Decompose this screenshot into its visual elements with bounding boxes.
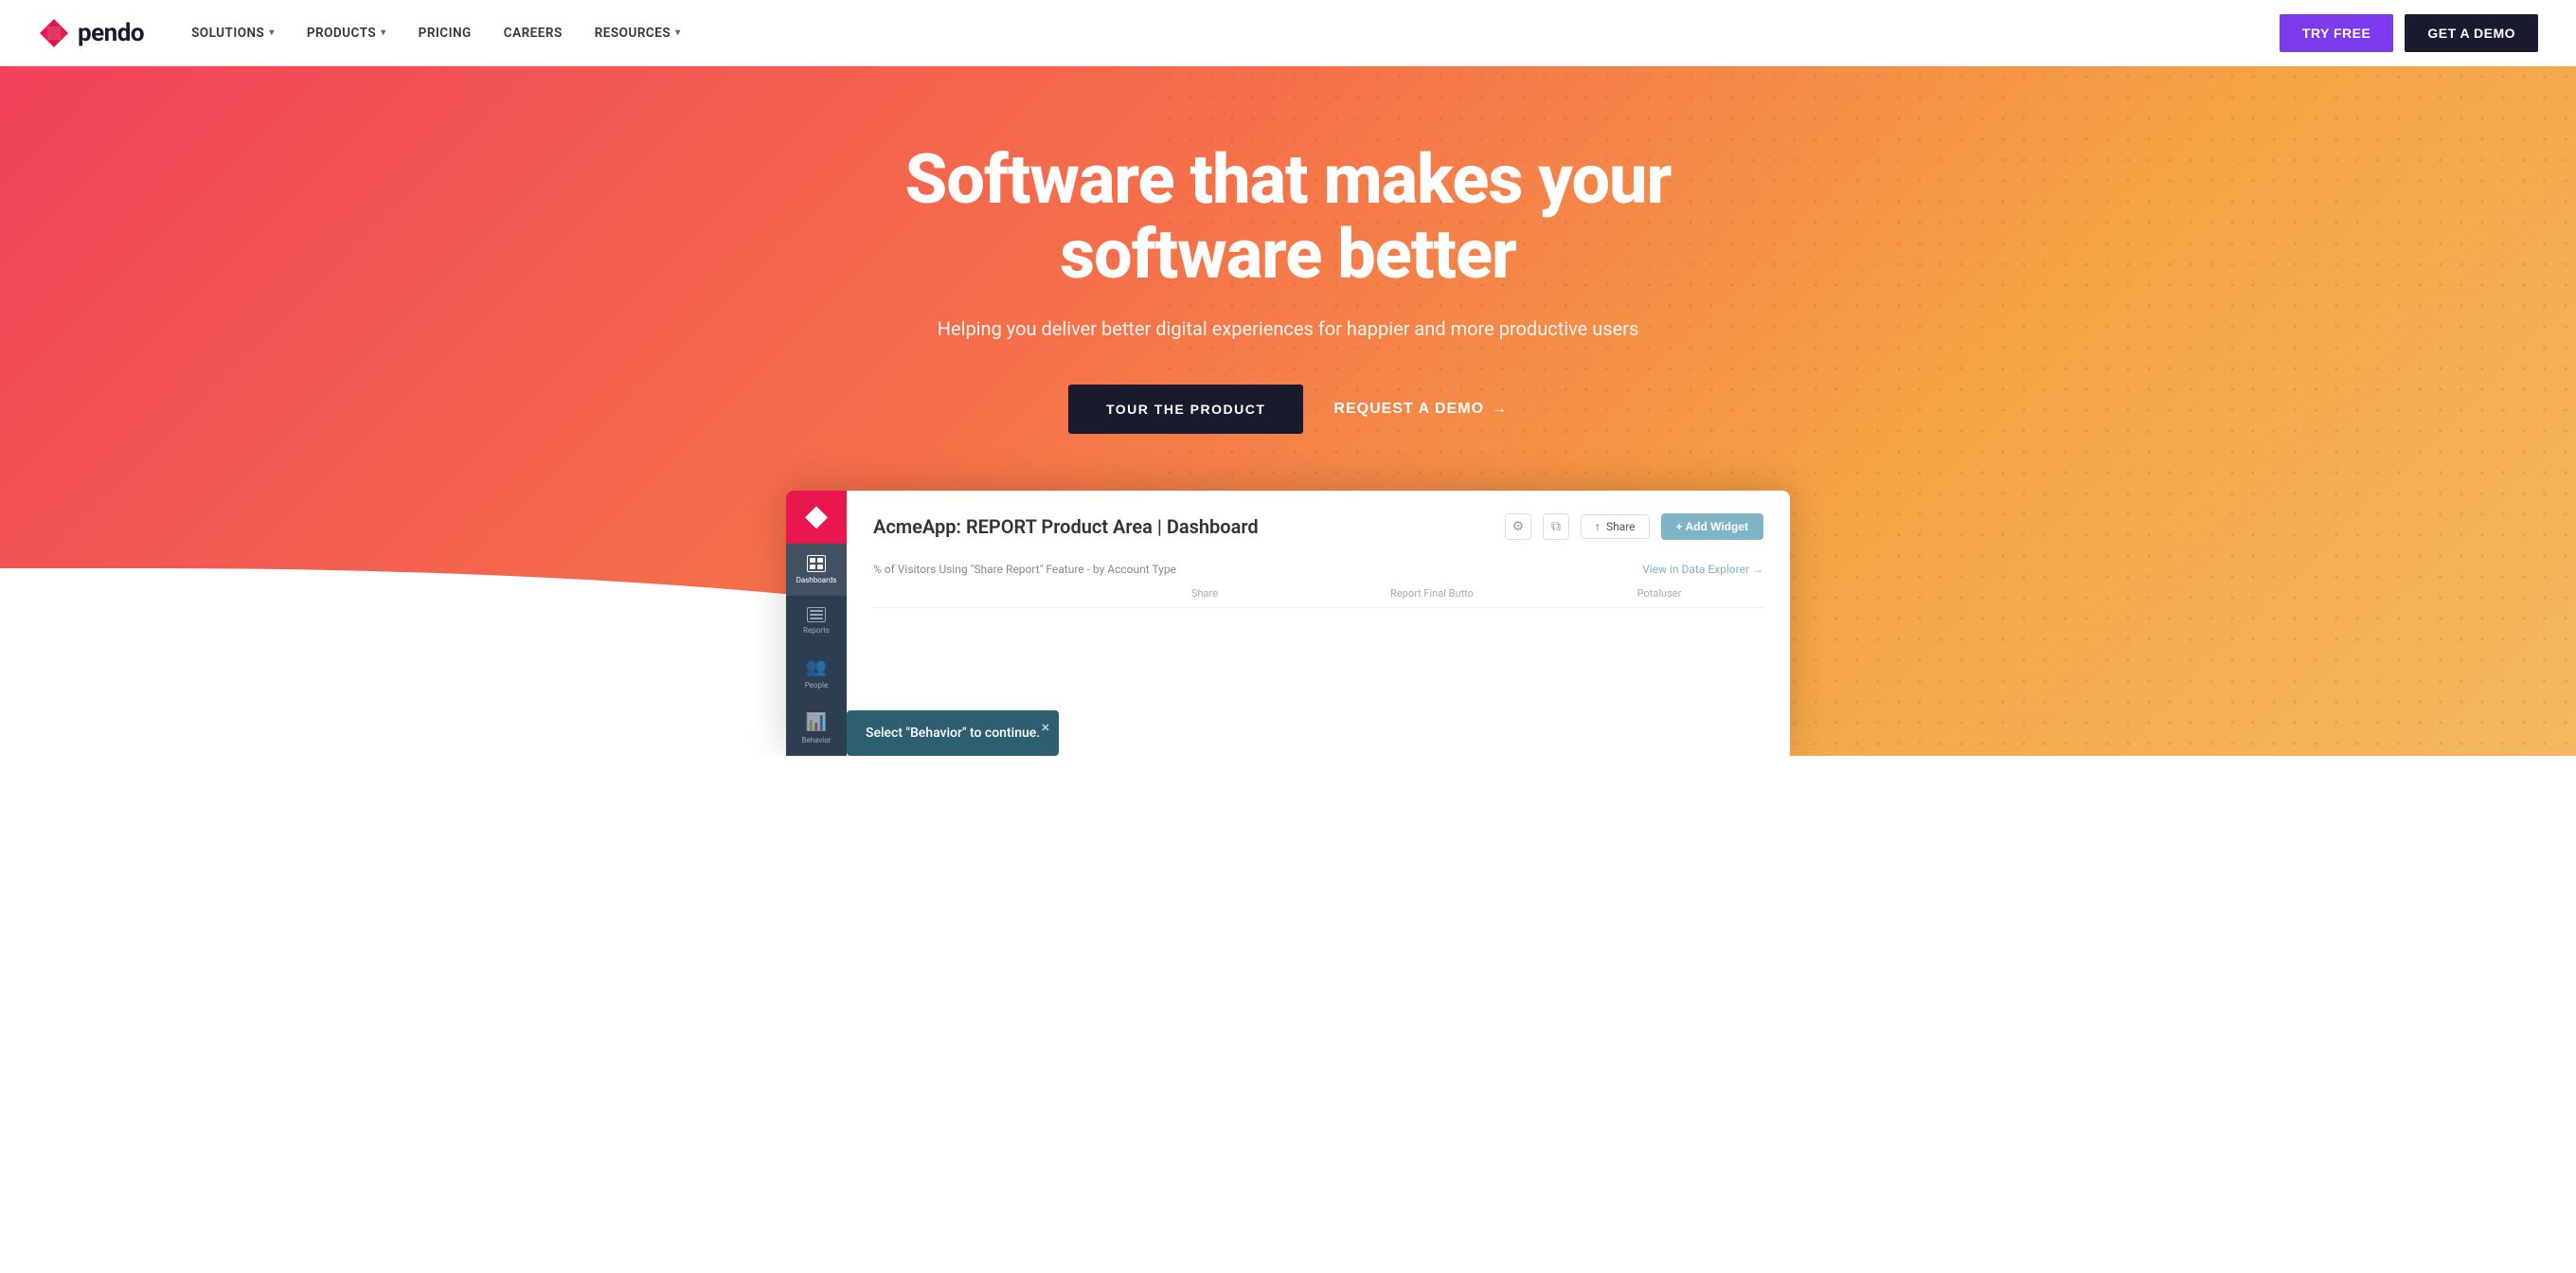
tooltip-box: × Select "Behavior" to continue.	[847, 710, 1059, 756]
people-icon: 👥	[806, 657, 827, 677]
navbar: pendo SOLUTIONS ▾ PRODUCTS ▾ PRICING CAR…	[0, 0, 2576, 66]
hero-headline: Software that makes your software better	[862, 142, 1714, 292]
products-chevron-icon: ▾	[381, 27, 386, 38]
dashboards-icon	[807, 555, 826, 572]
nav-solutions[interactable]: SOLUTIONS ▾	[178, 20, 288, 46]
nav-left: pendo SOLUTIONS ▾ PRODUCTS ▾ PRICING CAR…	[38, 17, 694, 49]
nav-pricing[interactable]: PRICING	[405, 20, 485, 46]
behavior-icon: 📊	[806, 712, 827, 732]
sidebar-logo	[786, 491, 847, 544]
nav-resources[interactable]: RESOURCES ▾	[581, 20, 694, 46]
nav-links: SOLUTIONS ▾ PRODUCTS ▾ PRICING CAREERS R…	[178, 20, 694, 46]
nav-products[interactable]: PRODUCTS ▾	[294, 20, 400, 46]
nav-careers[interactable]: CAREERS	[491, 20, 576, 46]
sidebar-item-dashboards[interactable]: Dashboards	[786, 544, 847, 596]
sidebar-item-reports[interactable]: Reports	[786, 596, 847, 646]
tooltip-overlay: × Select "Behavior" to continue.	[847, 710, 1059, 756]
logo-text: pendo	[78, 19, 144, 47]
nav-right: TRY FREE GET A DEMO	[2280, 14, 2538, 52]
try-free-button[interactable]: TRY FREE	[2280, 14, 2393, 52]
resources-chevron-icon: ▾	[675, 27, 681, 38]
request-demo-button[interactable]: REQUEST A DEMO →	[1333, 401, 1508, 418]
dashboard-card: Dashboards Reports 👥 People	[786, 491, 1790, 756]
chart-section-header: % of Visitors Using "Share Report" Featu…	[873, 563, 1763, 576]
dashboard-sidebar: Dashboards Reports 👥 People	[786, 491, 847, 756]
dashboard-actions: ⚙ ⧉ ↑ Share + Add Widget	[1505, 513, 1763, 540]
hero-subheadline: Helping you deliver better digital exper…	[928, 314, 1648, 343]
hero-cta-group: TOUR THE PRODUCT REQUEST A DEMO →	[38, 385, 2538, 434]
add-widget-button[interactable]: + Add Widget	[1661, 513, 1763, 540]
chart-table-header: Share Report Final Butto Potaluser	[873, 587, 1763, 608]
sidebar-item-people[interactable]: 👥 People	[786, 646, 847, 701]
dashboard-header: AcmeApp: REPORT Product Area | Dashboard…	[873, 513, 1763, 540]
tooltip-close-icon[interactable]: ×	[1042, 718, 1050, 736]
sidebar-item-behavior[interactable]: 📊 Behavior	[786, 701, 847, 756]
logo-icon	[38, 17, 70, 49]
view-data-explorer-link[interactable]: View in Data Explorer →	[1642, 563, 1763, 576]
below-hero-section	[0, 756, 2576, 832]
solutions-chevron-icon: ▾	[269, 27, 275, 38]
dashboard-preview: Dashboards Reports 👥 People	[786, 491, 1790, 756]
share-icon: ↑	[1595, 520, 1601, 533]
sidebar-logo-icon	[805, 506, 828, 529]
hero-content: Software that makes your software better…	[38, 142, 2538, 756]
settings-icon[interactable]: ⚙	[1505, 513, 1531, 540]
get-demo-button[interactable]: GET A DEMO	[2405, 14, 2538, 52]
dashboard-title: AcmeApp: REPORT Product Area | Dashboard	[873, 515, 1259, 538]
hero-section: Software that makes your software better…	[0, 66, 2576, 756]
reports-icon	[807, 607, 826, 622]
copy-icon[interactable]: ⧉	[1543, 513, 1569, 540]
share-button[interactable]: ↑ Share	[1581, 514, 1650, 539]
request-demo-arrow-icon: →	[1492, 401, 1508, 418]
tour-product-button[interactable]: TOUR THE PRODUCT	[1068, 385, 1303, 434]
logo-link[interactable]: pendo	[38, 17, 144, 49]
